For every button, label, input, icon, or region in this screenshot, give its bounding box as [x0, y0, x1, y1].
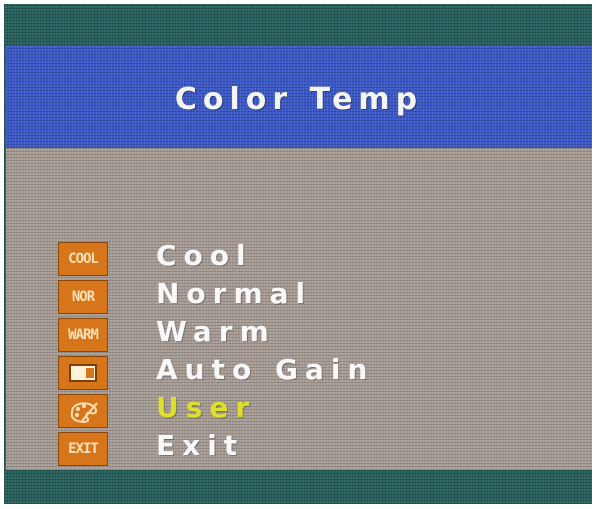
menu-item-warm[interactable]: WARM Warm: [6, 315, 592, 354]
auto-gain-icon: [58, 356, 108, 390]
menu-item-label-user: User: [156, 391, 257, 424]
menu-item-cool[interactable]: COOL Cool: [6, 239, 592, 278]
menu-item-label-warm: Warm: [156, 315, 276, 348]
menu-title: Color Temp: [174, 82, 424, 117]
palette-icon: [58, 394, 108, 428]
osd-menu: Color Temp COOL Cool NOR Normal WARM War…: [6, 46, 592, 470]
warm-icon: WARM: [58, 318, 108, 352]
menu-item-label-auto-gain: Auto Gain: [156, 353, 375, 386]
monitor-screen: Color Temp COOL Cool NOR Normal WARM War…: [4, 4, 592, 504]
menu-item-label-cool: Cool: [156, 239, 253, 272]
cool-icon: COOL: [58, 242, 108, 276]
menu-item-label-exit: Exit: [156, 429, 245, 462]
title-bar: Color Temp: [6, 46, 592, 148]
exit-icon: EXIT: [58, 432, 108, 466]
menu-item-auto-gain[interactable]: Auto Gain: [6, 353, 592, 392]
menu-body: COOL Cool NOR Normal WARM Warm Auto Gain: [6, 148, 592, 470]
normal-icon: NOR: [58, 280, 108, 314]
menu-item-exit[interactable]: EXIT Exit: [6, 429, 592, 468]
menu-item-label-normal: Normal: [156, 277, 313, 310]
menu-item-user[interactable]: User: [6, 391, 592, 430]
menu-item-normal[interactable]: NOR Normal: [6, 277, 592, 316]
